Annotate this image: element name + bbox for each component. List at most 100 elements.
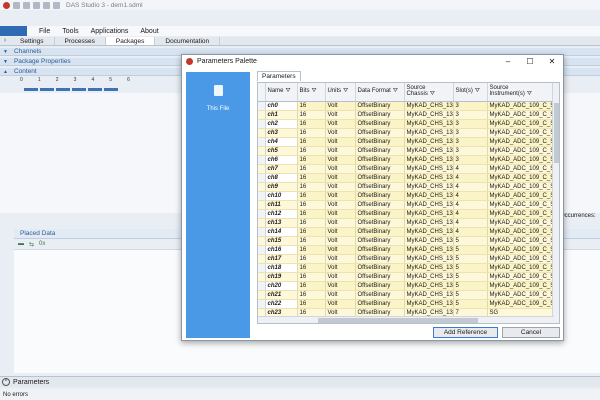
table-cell[interactable]: ch5: [265, 146, 298, 156]
table-cell[interactable]: 5: [453, 263, 488, 273]
content-block[interactable]: [24, 88, 38, 91]
menu-file[interactable]: File: [39, 28, 50, 35]
filter-icon[interactable]: ⛛: [286, 88, 291, 94]
column-header[interactable]: Bits ⛛: [297, 83, 326, 102]
expand-arrow-icon[interactable]: ›: [0, 36, 10, 45]
column-header[interactable]: Slot(s) ⛛: [453, 83, 488, 102]
table-row[interactable]: ch5 16 Volt OffsetBinary MyKAD_CHS_13U 3 MyKAD…: [258, 146, 554, 156]
table-cell[interactable]: 4: [453, 191, 488, 201]
table-cell[interactable]: 4: [453, 182, 488, 192]
table-cell[interactable]: 4: [453, 218, 488, 228]
table-cell[interactable]: ch20: [265, 281, 298, 291]
content-block[interactable]: [72, 88, 86, 91]
table-cell[interactable]: Volt: [325, 101, 356, 111]
table-cell[interactable]: Volt: [325, 227, 356, 237]
row-header[interactable]: [258, 299, 266, 309]
table-row[interactable]: ch14 16 Volt OffsetBinary MyKAD_CHS_13U 4 MyKA…: [258, 227, 554, 237]
filter-icon[interactable]: ⛛: [312, 88, 317, 94]
row-header[interactable]: [258, 146, 266, 156]
table-cell[interactable]: 16: [297, 209, 326, 219]
table-cell[interactable]: Volt: [325, 281, 356, 291]
table-cell[interactable]: ch22: [265, 299, 298, 309]
table-cell[interactable]: MyKAD_CHS_13U: [404, 227, 454, 237]
row-header[interactable]: [258, 182, 266, 192]
table-cell[interactable]: Volt: [325, 173, 356, 183]
table-cell[interactable]: 3: [453, 101, 488, 111]
table-cell[interactable]: 4: [453, 164, 488, 174]
table-cell[interactable]: Volt: [325, 245, 356, 255]
table-cell[interactable]: MyKAD_CHS_13U: [404, 290, 454, 300]
add-reference-button[interactable]: Add Reference: [433, 327, 498, 338]
table-cell[interactable]: 16: [297, 245, 326, 255]
table-cell[interactable]: OffsetBinary: [355, 101, 405, 111]
table-cell[interactable]: 16: [297, 236, 326, 246]
open-icon[interactable]: [23, 1, 30, 9]
table-cell[interactable]: OffsetBinary: [355, 164, 405, 174]
table-cell[interactable]: ch9: [265, 182, 298, 192]
table-cell[interactable]: MyKAD_ADC_109_C_S1_0: [487, 101, 554, 111]
table-row[interactable]: ch7 16 Volt OffsetBinary MyKAD_CHS_13U 4 MyKAD…: [258, 164, 554, 174]
row-header[interactable]: [258, 200, 266, 210]
row-header[interactable]: [258, 236, 266, 246]
table-cell[interactable]: Volt: [325, 128, 356, 138]
table-cell[interactable]: Volt: [325, 191, 356, 201]
table-cell[interactable]: ch3: [265, 128, 298, 138]
table-cell[interactable]: Volt: [325, 146, 356, 156]
maximize-icon[interactable]: ☐: [519, 57, 541, 66]
table-cell[interactable]: 4: [453, 173, 488, 183]
table-cell[interactable]: 16: [297, 290, 326, 300]
table-cell[interactable]: 5: [453, 281, 488, 291]
table-cell[interactable]: MyKAD_ADC_109_C_S1_1: [487, 236, 554, 246]
table-cell[interactable]: ch12: [265, 209, 298, 219]
table-cell[interactable]: MyKAD_ADC_109_C_S1_0: [487, 110, 554, 120]
table-cell[interactable]: MyKAD_ADC_109_C_S1_0: [487, 227, 554, 237]
filter-icon[interactable]: ⛛: [475, 88, 480, 94]
table-cell[interactable]: MyKAD_CHS_13U: [404, 263, 454, 273]
table-cell[interactable]: Volt: [325, 155, 356, 165]
file-tab[interactable]: [0, 26, 27, 36]
table-cell[interactable]: 5: [453, 254, 488, 264]
table-cell[interactable]: OffsetBinary: [355, 155, 405, 165]
table-cell[interactable]: MyKAD_CHS_13U: [404, 299, 454, 309]
vertical-scrollbar[interactable]: [552, 83, 559, 323]
column-header[interactable]: Source Instrument(s) ⛛: [487, 83, 554, 102]
table-cell[interactable]: MyKAD_ADC_109_C_S1_0: [487, 128, 554, 138]
table-cell[interactable]: Volt: [325, 236, 356, 246]
table-row[interactable]: ch6 16 Volt OffsetBinary MyKAD_CHS_13U 3 MyKAD…: [258, 155, 554, 165]
table-cell[interactable]: 16: [297, 137, 326, 147]
row-header[interactable]: [258, 128, 266, 138]
new-icon[interactable]: [13, 1, 20, 9]
row-header[interactable]: [258, 173, 266, 183]
table-cell[interactable]: 4: [453, 227, 488, 237]
row-header[interactable]: [258, 119, 266, 129]
scroll-thumb[interactable]: [318, 318, 478, 323]
table-cell[interactable]: 3: [453, 137, 488, 147]
table-cell[interactable]: OffsetBinary: [355, 119, 405, 129]
table-cell[interactable]: MyKAD_CHS_13U: [404, 182, 454, 192]
table-cell[interactable]: 16: [297, 218, 326, 228]
table-cell[interactable]: 16: [297, 263, 326, 273]
parameters-grid[interactable]: Name ⛛ Bits ⛛ Units ⛛ Data Format ⛛ Source Chass…: [257, 82, 560, 324]
table-row[interactable]: ch10 16 Volt OffsetBinary MyKAD_CHS_13U 4 MyKA…: [258, 191, 554, 201]
column-header[interactable]: Source Chassis ⛛: [404, 83, 454, 102]
tab-settings[interactable]: Settings: [10, 37, 55, 45]
row-header[interactable]: [258, 101, 266, 111]
row-header[interactable]: [258, 281, 266, 291]
table-cell[interactable]: 16: [297, 173, 326, 183]
row-header[interactable]: [258, 272, 266, 282]
table-cell[interactable]: ch21: [265, 290, 298, 300]
table-cell[interactable]: ch17: [265, 254, 298, 264]
content-block[interactable]: [56, 88, 70, 91]
filter-icon[interactable]: ⛛: [430, 91, 435, 97]
table-cell[interactable]: MyKAD_CHS_13U: [404, 200, 454, 210]
filter-icon[interactable]: ⛛: [527, 91, 532, 97]
table-cell[interactable]: 3: [453, 146, 488, 156]
table-cell[interactable]: 3: [453, 128, 488, 138]
table-cell[interactable]: 16: [297, 254, 326, 264]
table-cell[interactable]: OffsetBinary: [355, 245, 405, 255]
table-cell[interactable]: 16: [297, 101, 326, 111]
table-cell[interactable]: 4: [453, 200, 488, 210]
table-cell[interactable]: Volt: [325, 110, 356, 120]
column-header[interactable]: Units ⛛: [325, 83, 356, 102]
table-row[interactable]: ch20 16 Volt OffsetBinary MyKAD_CHS_13U 5 MyKA…: [258, 281, 554, 291]
